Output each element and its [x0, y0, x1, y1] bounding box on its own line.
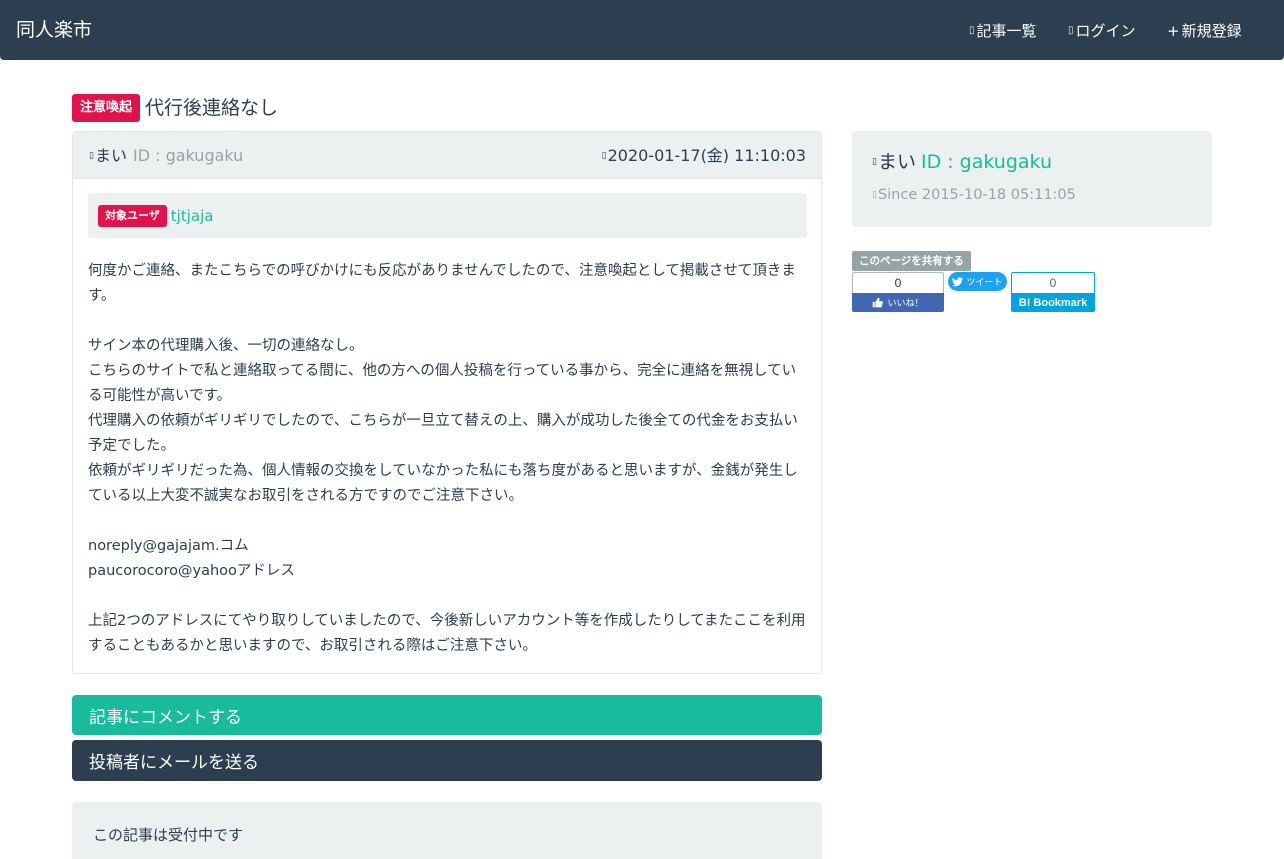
author-name: まい — [94, 146, 127, 165]
body-email: noreply@gajajam.コム — [88, 538, 249, 554]
login-icon: ▯ — [1068, 25, 1074, 36]
article-date: ▯ 2020-01-17(金) 11:10:03 — [602, 145, 806, 167]
status-box: この記事は受付中です — [72, 802, 822, 859]
author-profile-card: ▯ まい ID : gakugaku ▯ Since 2015-10-18 05… — [852, 131, 1212, 227]
profile-name[interactable]: ▯ まい ID : gakugaku — [872, 149, 1052, 175]
tweet-button[interactable]: ツイート — [948, 272, 1007, 291]
comment-button[interactable]: 記事にコメントする — [72, 695, 822, 735]
profile-id: ID : gakugaku — [920, 151, 1053, 173]
body-paragraph: 依頼がギリギリだった為、個人情報の交換をしていなかった私にも落ち度があると思いま… — [88, 463, 798, 504]
plus-icon: + — [1167, 22, 1180, 40]
facebook-like-widget[interactable]: 0 いいね！ — [852, 272, 944, 312]
hatena-logo-icon: B! — [1018, 296, 1031, 309]
body-email: paucorocoro@yahooアドレス — [88, 563, 295, 579]
profile-since: ▯ Since 2015-10-18 05:11:05 — [872, 185, 1076, 205]
send-mail-button[interactable]: 投稿者にメールを送る — [72, 740, 822, 781]
date-text: 2020-01-17(金) 11:10:03 — [607, 146, 806, 165]
facebook-like-button[interactable]: いいね！ — [852, 293, 944, 312]
status-text: この記事は受付中です — [93, 826, 244, 844]
profile-name-text: まい — [877, 151, 916, 173]
clock-icon: ▯ — [601, 151, 607, 161]
article-card: ▯ まい ID : gakugaku ▯ 2020-01-17(金) 11:10… — [72, 131, 822, 674]
category-badge: 注意喚起 — [72, 94, 141, 122]
article-header: ▯ まい ID : gakugaku ▯ 2020-01-17(金) 11:10… — [73, 132, 821, 179]
nav-article-list-label: 記事一覧 — [976, 22, 1037, 40]
article-author[interactable]: ▯ まい ID : gakugaku — [89, 145, 243, 167]
brand-logo[interactable]: 同人楽市 — [16, 18, 92, 42]
tweet-label: ツイート — [966, 278, 1003, 288]
body-paragraph: 代理購入の依頼がギリギリでしたので、こちらが一旦立て替えの上、購入が成功した後全… — [88, 413, 798, 454]
body-paragraph: 上記2つのアドレスにてやり取りしていましたので、今後新しいアカウント等を作成した… — [88, 613, 806, 654]
nav-article-list[interactable]: ▯ 記事一覧 — [969, 20, 1037, 42]
nav-login[interactable]: ▯ ログイン — [1068, 20, 1136, 42]
body-paragraph: サイン本の代理購入後、一切の連絡なし。 — [88, 338, 364, 354]
article-title: 代行後連絡なし — [145, 97, 279, 119]
user-icon: ▯ — [872, 157, 877, 167]
nav-register[interactable]: + 新規登録 — [1167, 20, 1242, 42]
target-user-box: 対象ユーザ tjtjaja — [88, 193, 807, 238]
navbar: 同人楽市 ▯ 記事一覧 ▯ ログイン + 新規登録 — [0, 0, 1284, 60]
body-paragraph: 何度かご連絡、またこちらでの呼びかけにも反応がありませんでしたので、注意喚起とし… — [88, 263, 796, 304]
hatena-count: 0 — [1011, 272, 1095, 293]
calendar-icon: ▯ — [872, 190, 877, 200]
nav-login-label: ログイン — [1075, 22, 1136, 40]
list-icon: ▯ — [969, 25, 975, 36]
hatena-bookmark-widget[interactable]: 0 B! Bookmark — [1011, 272, 1095, 312]
user-icon: ▯ — [89, 151, 94, 161]
target-user-badge: 対象ユーザ — [98, 204, 167, 227]
profile-since-text: Since 2015-10-18 05:11:05 — [877, 187, 1076, 203]
body-paragraph: こちらのサイトで私と連絡取ってる間に、他の方への個人投稿を行っている事から、完全… — [88, 363, 797, 404]
twitter-bird-icon — [952, 276, 964, 286]
hatena-bookmark-label: Bookmark — [1033, 296, 1088, 309]
facebook-count: 0 — [852, 272, 944, 293]
thumbs-up-icon — [873, 297, 884, 308]
article-title-row: 注意喚起 代行後連絡なし — [72, 94, 278, 122]
nav-register-label: 新規登録 — [1181, 22, 1242, 40]
target-user-link[interactable]: tjtjaja — [171, 207, 214, 225]
facebook-like-label: いいね！ — [887, 299, 924, 309]
share-label: このページを共有する — [852, 251, 971, 271]
article-body: 何度かご連絡、またこちらでの呼びかけにも反応がありませんでしたので、注意喚起とし… — [88, 259, 810, 659]
author-id: ID : gakugaku — [132, 146, 244, 165]
hatena-bookmark-button[interactable]: B! Bookmark — [1011, 293, 1095, 312]
